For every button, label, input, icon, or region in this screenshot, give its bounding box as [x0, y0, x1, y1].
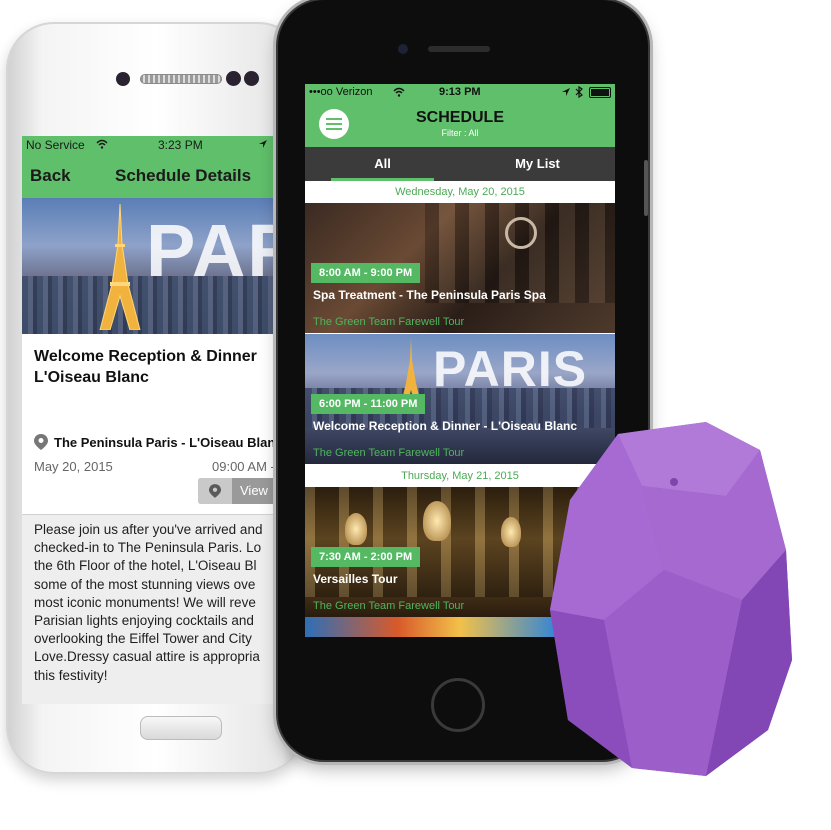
- filter-label[interactable]: Filter : All: [305, 128, 615, 138]
- earpiece-speaker: [428, 46, 490, 52]
- view-label: View: [240, 483, 268, 498]
- sensor-dot-icon: [244, 71, 259, 86]
- event-subtitle: The Green Team Farewell Tour: [313, 316, 465, 328]
- clock-label: 3:23 PM: [158, 138, 203, 152]
- nav-title: Schedule Details: [115, 166, 252, 185]
- event-card[interactable]: 8:00 AM - 9:00 PM Spa Treatment - The Pe…: [305, 203, 615, 333]
- view-map-button[interactable]: View: [198, 478, 284, 504]
- event-time-badge: 6:00 PM - 11:00 PM: [311, 394, 426, 414]
- event-time: 09:00 AM -: [212, 459, 275, 474]
- tab-label: My List: [515, 156, 560, 171]
- description-text: Please join us after you've arrived and …: [34, 521, 262, 685]
- location-arrow-icon: [562, 88, 570, 96]
- banner-title: PARIS: [433, 341, 588, 397]
- navigation-bar: Back Schedule Details: [22, 154, 284, 198]
- bluetooth-icon: [575, 86, 583, 98]
- event-time-badge: 7:30 AM - 2:00 PM: [311, 547, 421, 567]
- event-description: Please join us after you've arrived and …: [22, 514, 284, 704]
- wifi-icon: [393, 87, 405, 97]
- event-title-line: Welcome Reception & Dinner: [34, 348, 257, 365]
- earpiece-speaker: [140, 74, 222, 84]
- sensor-dot-icon: [226, 71, 241, 86]
- page-title: SCHEDULE: [415, 109, 504, 126]
- app-header: SCHEDULE Filter : All: [305, 101, 615, 147]
- event-title-line: L'Oiseau Blanc: [34, 369, 149, 386]
- clock-label: 9:13 PM: [439, 86, 481, 98]
- description-line: some of the most stunning views ove: [34, 576, 256, 592]
- location-arrow-icon: [259, 140, 267, 148]
- chandelier-icon: [423, 501, 451, 541]
- side-button: [644, 160, 648, 216]
- description-line: Love.Dressy casual attire is appropria: [34, 649, 260, 665]
- day-header: Wednesday, May 20, 2015: [305, 182, 615, 202]
- eiffel-tower-icon: [99, 204, 141, 330]
- active-tab-indicator: [331, 178, 434, 181]
- description-line: most iconic monuments! We will reve: [34, 594, 256, 610]
- description-line: this festivity!: [34, 667, 108, 683]
- beacon-device: [550, 422, 792, 776]
- home-button[interactable]: [140, 716, 222, 740]
- carrier-label: •••oo Verizon: [309, 86, 373, 98]
- status-bar: No Service 3:23 PM: [22, 136, 284, 154]
- event-subtitle: The Green Team Farewell Tour: [313, 447, 465, 459]
- banner-title: PARIS: [146, 209, 284, 292]
- event-banner-image: PARIS: [22, 198, 284, 334]
- battery-icon: [589, 87, 611, 98]
- event-subtitle: The Green Team Farewell Tour: [313, 600, 465, 612]
- carrier-label: No Service: [26, 138, 85, 152]
- wifi-icon: [96, 139, 108, 149]
- tab-my-list[interactable]: My List: [460, 147, 615, 181]
- event-title: Spa Treatment - The Peninsula Paris Spa: [313, 288, 546, 302]
- schedule-details-screen: No Service 3:23 PM Back Schedule Details…: [22, 136, 284, 704]
- front-camera-icon: [398, 44, 408, 54]
- event-date: May 20, 2015: [34, 459, 113, 474]
- tab-bar: All My List: [305, 147, 615, 181]
- map-pin-icon: [34, 434, 48, 450]
- status-bar: •••oo Verizon 9:13 PM: [305, 84, 615, 101]
- chandelier-icon: [345, 513, 367, 545]
- event-time-badge: 8:00 AM - 9:00 PM: [311, 263, 421, 283]
- description-line: Please join us after you've arrived and: [34, 522, 263, 537]
- back-button[interactable]: Back: [30, 166, 71, 186]
- front-camera-icon: [116, 72, 130, 86]
- map-button-icon-box: [198, 478, 232, 504]
- description-line: the 6th Floor of the hotel, L'Oiseau Bl: [34, 558, 257, 574]
- home-button[interactable]: [431, 678, 485, 732]
- chandelier-icon: [501, 517, 521, 547]
- event-location[interactable]: The Peninsula Paris - L'Oiseau Blan: [54, 435, 275, 450]
- tab-all[interactable]: All: [305, 147, 460, 181]
- map-pin-icon: [209, 484, 221, 498]
- event-title: Welcome Reception & Dinner L'Oiseau Blan…: [34, 346, 257, 388]
- decor-circle: [505, 217, 537, 249]
- description-line: overlooking the Eiffel Tower and City: [34, 631, 252, 647]
- description-line: Parisian lights enjoying cocktails and: [34, 613, 254, 629]
- description-line: checked-in to The Peninsula Paris. Lo: [34, 540, 262, 556]
- event-title: Welcome Reception & Dinner - L'Oiseau Bl…: [313, 419, 578, 433]
- event-title: Versailles Tour: [313, 572, 398, 586]
- tab-label: All: [374, 156, 391, 171]
